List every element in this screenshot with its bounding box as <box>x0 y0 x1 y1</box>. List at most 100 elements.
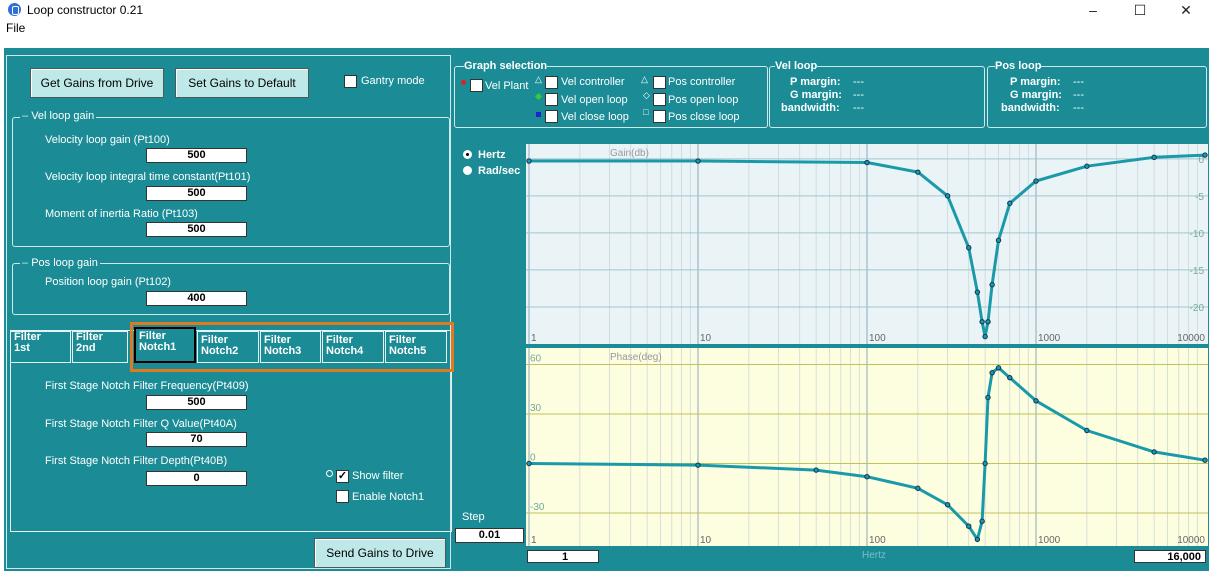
vel-close-loop-checkbox[interactable] <box>545 110 558 123</box>
tab-filter-2nd[interactable]: Filter 2nd <box>72 331 128 363</box>
gain-x-tick-label: 1000 <box>1038 333 1061 344</box>
phase-data-point <box>695 462 701 468</box>
menu-bar: File <box>0 20 1213 36</box>
pt40a-label: First Stage Notch Filter Q Value(Pt40A) <box>45 418 237 430</box>
vel-controller-checkbox[interactable] <box>545 76 558 89</box>
window-title: Loop constructor 0.21 <box>27 3 144 17</box>
range-max-input[interactable]: 16,000 <box>1134 550 1206 563</box>
send-gains-button[interactable]: Send Gains to Drive <box>314 538 446 568</box>
pos-open-loop-checkbox[interactable] <box>653 93 666 106</box>
pos-open-loop-label: Pos open loop <box>668 94 739 106</box>
vel-loop-gain-legend: – Vel loop gain <box>20 110 97 122</box>
graph-selection-legend: Graph selection <box>464 60 548 72</box>
step-input[interactable]: 0.01 <box>455 528 524 543</box>
pos-bandwidth-value: --- <box>1073 102 1084 114</box>
triangle-outline-marker-icon: △ <box>641 74 648 84</box>
pos-loop-gain-legend: – Pos loop gain <box>20 257 100 269</box>
minimize-button[interactable]: – <box>1073 0 1113 20</box>
tab-filter-notch2[interactable]: Filter Notch2 <box>197 331 259 363</box>
tab-filter-notch3[interactable]: Filter Notch3 <box>260 331 321 363</box>
pos-p-margin-label: P margin: <box>1010 76 1061 88</box>
vel-close-loop-label: Vel close loop <box>561 111 629 123</box>
pos-close-loop-checkbox[interactable] <box>653 110 666 123</box>
pt102-input[interactable]: 400 <box>146 291 247 306</box>
vel-controller-label: Vel controller <box>561 76 625 88</box>
phase-data-point <box>985 394 991 401</box>
pt100-input[interactable]: 500 <box>146 148 247 163</box>
maximize-button[interactable]: ☐ <box>1120 0 1160 20</box>
pos-controller-label: Pos controller <box>668 76 736 88</box>
phase-data-point <box>915 485 921 491</box>
tab-filter-notch1-l2: Notch1 <box>139 341 177 353</box>
close-button[interactable]: ✕ <box>1166 0 1206 20</box>
menu-file[interactable]: File <box>6 21 25 35</box>
gain-data-point <box>1084 163 1090 169</box>
pos-p-margin-value: --- <box>1073 76 1084 88</box>
phase-data-point <box>989 370 995 376</box>
enable-notch1-checkbox[interactable] <box>336 490 349 503</box>
show-filter-checkbox[interactable]: ✓ <box>336 470 349 483</box>
pt40b-input[interactable]: 0 <box>146 471 247 486</box>
tab-filter-notch4-l2: Notch4 <box>326 345 364 357</box>
pt409-input[interactable]: 500 <box>146 395 247 410</box>
pos-controller-checkbox[interactable] <box>653 76 666 89</box>
gain-y-tick-label: -10 <box>1190 229 1205 240</box>
app-icon <box>8 3 21 16</box>
vel-open-loop-checkbox[interactable] <box>545 93 558 106</box>
bode-plot-area: 0-5-10-15-201 10 100 1000 10000 60300-301 10 1… <box>526 144 1208 546</box>
title-bar: Loop constructor 0.21 – ☐ ✕ <box>0 0 1213 20</box>
rad-sec-radio[interactable] <box>463 166 472 175</box>
phase-data-point <box>526 460 532 467</box>
range-axis-label: Hertz <box>862 550 886 561</box>
phase-data-point <box>982 460 988 467</box>
pos-loop-gain-title: Pos loop gain <box>31 257 98 269</box>
pt102-label: Position loop gain (Pt102) <box>45 276 171 288</box>
vel-plant-label: Vel Plant <box>485 80 529 92</box>
gain-data-point <box>1033 178 1039 184</box>
tab-filter-notch4[interactable]: Filter Notch4 <box>322 331 384 363</box>
vel-open-loop-label: Vel open loop <box>561 94 628 106</box>
vel-plant-checkbox[interactable] <box>470 79 483 92</box>
triangle-marker-icon: △ <box>535 74 542 84</box>
range-min-input[interactable]: 1 <box>527 550 599 563</box>
phase-data-point <box>1151 449 1157 455</box>
gain-data-point <box>982 333 988 340</box>
gantry-checkbox[interactable] <box>344 75 357 88</box>
pt101-input[interactable]: 500 <box>146 186 247 201</box>
tab-filter-notch1[interactable]: Filter Notch1 <box>134 327 196 363</box>
phase-x-tick-label: 1 <box>531 535 537 546</box>
pos-loop-gain-group <box>12 263 450 315</box>
pos-close-loop-label: Pos close loop <box>668 111 740 123</box>
hertz-radio-dot <box>466 153 469 156</box>
gain-y-tick-label: -20 <box>1190 303 1205 314</box>
phase-data-point <box>995 365 1002 371</box>
gain-x-tick-label: 10 <box>700 333 712 344</box>
phase-x-tick-label: 10000 <box>1177 535 1205 546</box>
get-gains-button[interactable]: Get Gains from Drive <box>30 68 164 98</box>
phase-x-tick-label: 1000 <box>1038 535 1061 546</box>
vel-p-margin-label: P margin: <box>790 76 841 88</box>
set-default-button[interactable]: Set Gains to Default <box>175 68 309 98</box>
tab-filter-notch5[interactable]: Filter Notch5 <box>385 331 447 363</box>
gain-y-tick-label: -15 <box>1190 266 1205 277</box>
phase-y-tick-label: 30 <box>530 403 542 414</box>
vel-bandwidth-value: --- <box>853 102 864 114</box>
phase-y-tick-label: 60 <box>530 354 542 365</box>
phase-data-point <box>966 523 972 529</box>
pos-g-margin-value: --- <box>1073 89 1084 101</box>
pt103-label: Moment of inertia Ratio (Pt103) <box>45 208 198 220</box>
phase-data-point <box>813 467 819 473</box>
vel-plant-marker-icon <box>461 80 466 85</box>
pt101-label: Velocity loop integral time constant(Pt1… <box>45 171 251 183</box>
tab-filter-notch2-l2: Notch2 <box>201 345 239 357</box>
pt103-input[interactable]: 500 <box>146 222 247 237</box>
tab-filter-1st[interactable]: Filter 1st <box>10 331 71 363</box>
square-outline-marker-icon: □ <box>643 107 649 117</box>
hertz-radio[interactable] <box>463 150 472 159</box>
pt409-label: First Stage Notch Filter Frequency(Pt409… <box>45 380 249 392</box>
gain-data-point <box>695 158 701 164</box>
gain-data-point <box>864 159 870 166</box>
gain-data-point <box>1007 200 1013 206</box>
pt40a-input[interactable]: 70 <box>146 432 247 447</box>
gain-x-tick-label: 100 <box>869 333 886 344</box>
